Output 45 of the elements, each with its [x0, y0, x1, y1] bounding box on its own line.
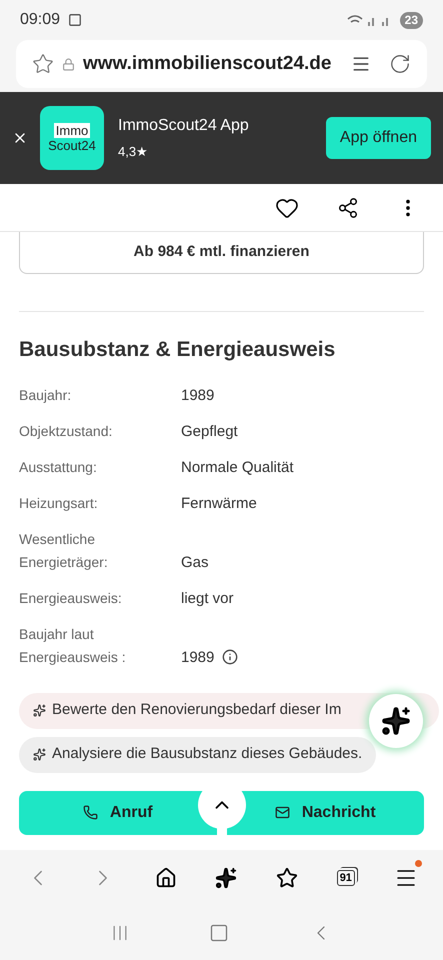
battery-level: 23 [400, 12, 423, 28]
tabs-button[interactable]: 91 [336, 870, 355, 886]
bookmarks-icon[interactable] [276, 866, 298, 888]
sparkle-icon[interactable] [215, 866, 238, 888]
sparkle-icon [33, 704, 46, 717]
field-label: Heizungsart: [19, 494, 99, 513]
home-icon[interactable] [154, 866, 177, 888]
prompt-chip[interactable]: Analysiere die Bausubstanz dieses Gebäudes. [19, 736, 376, 772]
lock-icon [62, 58, 75, 70]
prompt-chip[interactable]: Bewerte den Renovierungsbedarf dieser Im [19, 692, 439, 728]
field-label: Baujahr: [19, 386, 72, 405]
app-title: ImmoScout24 App [118, 116, 249, 136]
bookmark-star-icon[interactable] [32, 53, 54, 75]
field-value: Fernwärme [181, 494, 257, 514]
home-button-icon[interactable] [209, 922, 230, 942]
sparkle-icon [33, 748, 46, 761]
message-button[interactable]: Nachricht [226, 790, 424, 834]
field-value: liegt vor [181, 588, 234, 608]
status-time: 09:09 [20, 10, 60, 30]
field-value: Gepflegt [181, 422, 238, 442]
mail-icon [274, 805, 290, 820]
open-app-button[interactable]: App öffnen [326, 117, 431, 159]
section-title: Bausubstanz & Energieausweis [19, 337, 336, 363]
info-icon[interactable] [222, 648, 238, 664]
field-label: Energieausweis: [19, 588, 123, 608]
app-rating: 4,3★ [118, 143, 150, 162]
logo-text: Immo [54, 123, 90, 138]
share-icon[interactable] [337, 196, 359, 218]
reload-icon[interactable] [389, 53, 411, 75]
field-label: Ausstattung: [19, 458, 98, 477]
field-label: Wesentliche Energieträger: [19, 530, 109, 572]
address-bar[interactable]: www.immobilienscout24.de [16, 40, 427, 88]
field-label: Objektzustand: [19, 422, 114, 441]
url-text: www.immobilienscout24.de [83, 52, 332, 76]
logo-text: Scout24 [48, 138, 96, 153]
field-label: Baujahr laut Energieausweis : [19, 624, 127, 667]
field-value: 1989 [181, 648, 214, 668]
field-value: Gas [181, 552, 209, 572]
call-button[interactable]: Anruf [19, 790, 216, 834]
field-value: 1989 [181, 386, 214, 406]
phone-icon [82, 805, 98, 820]
screenshot-icon [68, 13, 82, 27]
sparkle-icon [381, 706, 411, 736]
field-value: Normale Qualität [181, 458, 294, 478]
finance-button[interactable]: Ab 984 € mtl. finanzieren [19, 232, 424, 274]
